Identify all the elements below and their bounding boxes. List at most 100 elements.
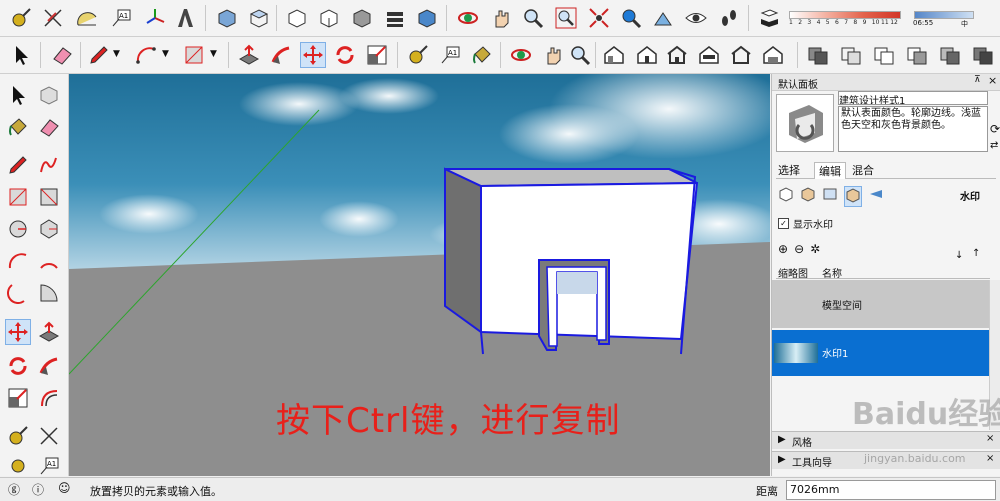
walk-icon[interactable] [716, 5, 742, 31]
shaded-box-icon[interactable] [414, 5, 440, 31]
three-point-arc-icon[interactable] [5, 280, 31, 306]
front-view-icon[interactable] [284, 5, 310, 31]
push-pull-icon[interactable] [36, 319, 62, 345]
text-label-icon[interactable]: A1 [108, 5, 134, 31]
close-icon[interactable]: × [986, 453, 994, 464]
edge-settings-icon[interactable] [778, 186, 794, 207]
textured-style-icon[interactable] [937, 42, 963, 68]
move-up-icon[interactable]: ↑ [972, 248, 980, 259]
arc-dropdown-icon[interactable]: ▼ [162, 49, 169, 59]
pencil-dropdown-icon[interactable]: ▼ [113, 49, 120, 59]
model-viewport[interactable]: 按下Ctrl键，进行复制 [69, 74, 770, 476]
modeling-settings-icon[interactable] [868, 186, 884, 207]
tape-measure-icon[interactable] [8, 5, 34, 31]
pan-icon[interactable] [540, 42, 566, 68]
paint-bucket-icon[interactable] [469, 42, 495, 68]
close-icon[interactable]: × [986, 433, 994, 444]
zoom-window-icon[interactable] [553, 5, 579, 31]
iso-view-icon[interactable] [214, 5, 240, 31]
shadow-date-slider[interactable] [789, 11, 901, 19]
face-settings-icon[interactable] [800, 186, 816, 207]
shadow-time-slider[interactable] [914, 11, 974, 19]
left-view-icon[interactable] [382, 5, 408, 31]
rotate-icon[interactable] [5, 353, 31, 379]
xray-style-icon[interactable] [805, 42, 831, 68]
house-warehouse-icon[interactable] [601, 42, 627, 68]
text-icon[interactable]: A1 [437, 42, 463, 68]
back-view-icon[interactable] [349, 5, 375, 31]
scale-icon[interactable] [364, 42, 390, 68]
settings-gear-icon[interactable]: ✲ [810, 242, 820, 256]
tab-edit[interactable]: 编辑 [814, 162, 846, 179]
info-icon[interactable]: ⓘ [32, 481, 44, 498]
show-watermark-checkbox[interactable]: ✓ [778, 218, 789, 229]
monochrome-style-icon[interactable] [970, 42, 996, 68]
house-simple-icon[interactable] [728, 42, 754, 68]
position-camera-icon[interactable] [650, 5, 676, 31]
right-view-icon[interactable] [316, 5, 342, 31]
pie-icon[interactable] [36, 280, 62, 306]
move-icon[interactable] [5, 319, 31, 345]
wireframe-style-icon[interactable] [838, 42, 864, 68]
shaded-style-icon[interactable] [904, 42, 930, 68]
orbit-icon[interactable] [508, 42, 534, 68]
look-around-icon[interactable] [683, 5, 709, 31]
eraser-icon[interactable] [36, 114, 62, 140]
house-roof-icon[interactable] [760, 42, 786, 68]
rectangle-dropdown-icon[interactable]: ▼ [210, 49, 217, 59]
select-arrow-icon[interactable] [5, 82, 31, 108]
user-icon[interactable]: ☺ [58, 481, 71, 495]
pencil-line-icon[interactable] [86, 42, 112, 68]
dimension-icon[interactable] [5, 453, 31, 479]
follow-me-icon[interactable] [36, 353, 62, 379]
rectangle-icon[interactable] [5, 184, 31, 210]
watermark-settings-icon[interactable] [844, 186, 862, 207]
orbit-icon[interactable] [455, 5, 481, 31]
paint-bucket-icon[interactable] [5, 114, 31, 140]
push-pull-icon[interactable] [236, 42, 262, 68]
add-icon[interactable]: ⊕ [778, 242, 788, 256]
polygon-icon[interactable] [36, 216, 62, 242]
freehand-icon[interactable] [36, 152, 62, 178]
background-settings-icon[interactable] [822, 186, 838, 207]
house-outline-icon[interactable] [664, 42, 690, 68]
geo-location-icon[interactable]: ⓖ [8, 481, 20, 498]
arc-icon[interactable] [133, 42, 159, 68]
protractor-axes-icon[interactable] [40, 5, 66, 31]
select-arrow-icon[interactable] [8, 42, 34, 68]
list-item[interactable]: 水印1 [772, 330, 989, 376]
pan-icon[interactable] [488, 5, 514, 31]
tape-measure-icon[interactable] [5, 423, 31, 449]
style-name-field[interactable]: 建筑设计样式1 [838, 91, 988, 105]
protractor-icon[interactable] [74, 5, 100, 31]
zoom-icon[interactable] [567, 42, 593, 68]
list-item[interactable]: 模型空间 [772, 280, 989, 328]
axes-icon[interactable] [36, 423, 62, 449]
remove-icon[interactable]: ⊖ [794, 242, 804, 256]
house-icon[interactable] [634, 42, 660, 68]
rotated-rectangle-icon[interactable] [36, 184, 62, 210]
shadow-icon[interactable] [756, 5, 782, 31]
pencil-line-icon[interactable] [5, 152, 31, 178]
rectangle-icon[interactable] [181, 42, 207, 68]
circle-icon[interactable] [5, 216, 31, 242]
update-style-icon[interactable]: ⟳ [990, 122, 1000, 136]
previous-view-icon[interactable] [618, 5, 644, 31]
pin-icon[interactable]: ⊼ [974, 75, 981, 85]
hidden-line-style-icon[interactable] [871, 42, 897, 68]
move-down-icon[interactable]: ↓ [955, 250, 963, 261]
axes-icon[interactable] [142, 5, 168, 31]
tab-mix[interactable]: 混合 [852, 162, 874, 178]
zoom-extents-icon[interactable] [586, 5, 612, 31]
text-label-icon[interactable]: A1 [36, 453, 62, 479]
two-point-arc-icon[interactable] [36, 248, 62, 274]
measurements-input[interactable]: 7026mm [786, 480, 996, 500]
tape-icon[interactable] [405, 42, 431, 68]
style-description-field[interactable]: 默认表面颜色。轮廓边线。浅蓝色天空和灰色背景颜色。 [838, 106, 988, 152]
component-icon[interactable] [36, 82, 62, 108]
arc-icon[interactable] [5, 248, 31, 274]
scale-icon[interactable] [5, 385, 31, 411]
move-icon[interactable] [300, 42, 326, 68]
follow-me-icon[interactable] [268, 42, 294, 68]
collapsed-panel-styles[interactable]: ▶ 风格 × [772, 431, 1000, 449]
